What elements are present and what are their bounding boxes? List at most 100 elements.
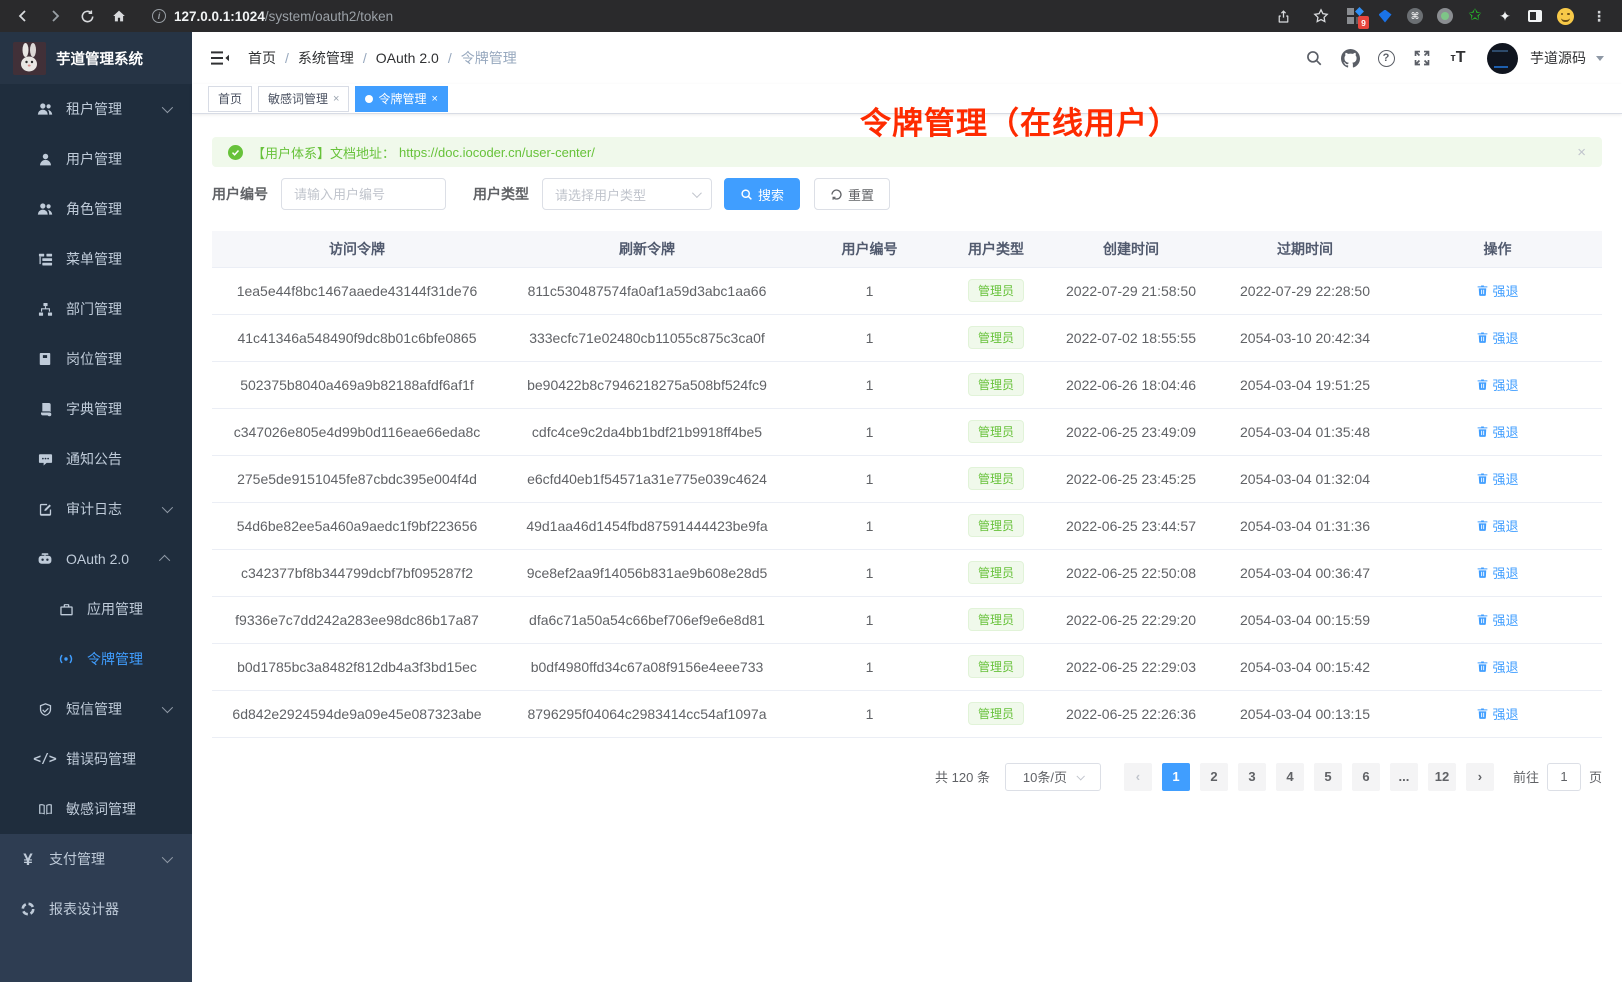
force-logout-button[interactable]: 强退 [1476, 328, 1518, 347]
tab-首页[interactable]: 首页 [208, 86, 252, 112]
search-icon[interactable] [1301, 45, 1327, 71]
page-button[interactable]: 12 [1428, 763, 1456, 791]
user-type-cell: 管理员 [947, 455, 1045, 502]
user-type-label: 用户类型 [473, 184, 529, 204]
create-time-cell: 2022-06-25 22:50:08 [1045, 549, 1217, 596]
browser-address-bar[interactable]: i 127.0.0.1:1024/system/oauth2/token [138, 9, 1256, 24]
sidebar-item-oauth2[interactable]: OAuth 2.0 [0, 534, 192, 584]
force-logout-button[interactable]: 强退 [1476, 657, 1518, 676]
extension-grid-icon[interactable]: 9 [1346, 7, 1364, 25]
search-button[interactable]: 搜索 [724, 178, 800, 210]
sidebar-item-dict[interactable]: 字典管理 [0, 384, 192, 434]
user-id-label: 用户编号 [212, 184, 268, 204]
tab-close-icon[interactable]: × [431, 93, 437, 105]
username[interactable]: 芋道源码 [1530, 48, 1586, 68]
sidebar-item-post[interactable]: 岗位管理 [0, 334, 192, 384]
share-icon[interactable] [1270, 3, 1296, 29]
sidebar-item-label: 角色管理 [66, 199, 122, 219]
sidebar-item-label: 短信管理 [66, 699, 122, 719]
page-size-select[interactable]: 10条/页 [1005, 763, 1101, 791]
app-logo[interactable]: 芋道管理系统 [0, 32, 192, 84]
browser-home-icon[interactable] [106, 3, 132, 29]
jump-page-input[interactable] [1547, 763, 1581, 791]
breadcrumb-separator: / [448, 50, 452, 66]
extension-command-icon[interactable]: ⌘ [1406, 7, 1424, 25]
breadcrumb-item[interactable]: OAuth 2.0 [376, 50, 439, 66]
bookmark-star-icon[interactable] [1308, 3, 1334, 29]
sidebar-item-report-designer[interactable]: 报表设计器 [0, 884, 192, 934]
user-menu-caret-icon[interactable] [1596, 56, 1604, 65]
breadcrumb-item[interactable]: 系统管理 [298, 48, 354, 68]
browser-menu-icon[interactable]: ⋮ [1586, 3, 1612, 29]
tab-令牌管理[interactable]: 令牌管理× [355, 86, 447, 112]
edit-icon [37, 501, 53, 517]
sidebar-item-sms[interactable]: 短信管理 [0, 684, 192, 734]
force-logout-button[interactable]: 强退 [1476, 516, 1518, 535]
extension-star-icon[interactable]: ✩ [1466, 7, 1484, 25]
search-button-label: 搜索 [758, 185, 784, 204]
sidebar-item-pay[interactable]: ¥支付管理 [0, 834, 192, 884]
user-type-select[interactable]: 请选择用户类型 [542, 178, 712, 210]
page-button[interactable]: 3 [1238, 763, 1266, 791]
pager-ellipsis[interactable]: ... [1390, 763, 1418, 791]
sidebar-item-label: 令牌管理 [87, 649, 143, 669]
sidebar-item-menu[interactable]: 菜单管理 [0, 234, 192, 284]
sidebar-collapse-icon[interactable] [210, 48, 230, 68]
user-avatar[interactable] [1487, 43, 1518, 74]
prev-page-button[interactable]: ‹ [1124, 763, 1152, 791]
sidebar-item-oauth2-application[interactable]: 应用管理 [0, 584, 192, 634]
alert-close-icon[interactable]: × [1577, 144, 1586, 161]
create-time-cell: 2022-06-25 22:29:20 [1045, 596, 1217, 643]
force-logout-button[interactable]: 强退 [1476, 375, 1518, 394]
force-logout-button[interactable]: 强退 [1476, 422, 1518, 441]
sidebar-item-notice[interactable]: 通知公告 [0, 434, 192, 484]
browser-forward-icon[interactable] [42, 3, 68, 29]
sidebar-item-dept[interactable]: 部门管理 [0, 284, 192, 334]
user-id-input[interactable] [281, 178, 446, 210]
next-page-button[interactable]: › [1466, 763, 1494, 791]
extension-puzzle-icon[interactable]: ✦ [1496, 7, 1514, 25]
sidebar-item-oauth2-token[interactable]: 令牌管理 [0, 634, 192, 684]
refresh-token-cell: e6cfd40eb1f54571a31e775e039c4624 [502, 455, 792, 502]
doc-link[interactable]: https://doc.iocoder.cn/user-center/ [399, 145, 595, 160]
page-button[interactable]: 1 [1162, 763, 1190, 791]
app-title: 芋道管理系统 [56, 48, 143, 69]
create-time-cell: 2022-07-29 21:58:50 [1045, 267, 1217, 314]
reset-button[interactable]: 重置 [814, 178, 890, 210]
extension-gem-icon[interactable] [1376, 7, 1394, 25]
force-logout-button[interactable]: 强退 [1476, 610, 1518, 629]
sidebar-item-user[interactable]: 用户管理 [0, 134, 192, 184]
refresh-token-cell: b0df4980ffd34c67a08f9156e4eee733 [502, 643, 792, 690]
page-button[interactable]: 4 [1276, 763, 1304, 791]
refresh-token-cell: cdfc4ce9c2da4bb1bdf21b9918ff4be5 [502, 408, 792, 455]
help-icon[interactable]: ? [1373, 45, 1399, 71]
page-button[interactable]: 5 [1314, 763, 1342, 791]
force-logout-button[interactable]: 强退 [1476, 281, 1518, 300]
extension-record-icon[interactable] [1436, 7, 1454, 25]
force-logout-button[interactable]: 强退 [1476, 469, 1518, 488]
sidebar-item-tenant[interactable]: 租户管理 [0, 84, 192, 134]
fullscreen-icon[interactable] [1409, 45, 1435, 71]
tab-close-icon[interactable]: × [333, 93, 339, 105]
profile-emoji-icon[interactable] [1556, 7, 1574, 25]
sidebar-item-sensitive-word[interactable]: 敏感词管理 [0, 784, 192, 834]
tab-敏感词管理[interactable]: 敏感词管理× [258, 86, 349, 112]
sidebar-toggle-icon[interactable] [1526, 7, 1544, 25]
breadcrumb-separator: / [363, 50, 367, 66]
sidebar-item-error-code[interactable]: </>错误码管理 [0, 734, 192, 784]
page-button[interactable]: 2 [1200, 763, 1228, 791]
site-info-icon[interactable]: i [152, 9, 166, 23]
sidebar-item-role[interactable]: 角色管理 [0, 184, 192, 234]
github-icon[interactable] [1337, 45, 1363, 71]
sidebar-item-audit-log[interactable]: 审计日志 [0, 484, 192, 534]
force-logout-button[interactable]: 强退 [1476, 563, 1518, 582]
browser-reload-icon[interactable] [74, 3, 100, 29]
column-header: 用户类型 [947, 231, 1045, 267]
font-size-icon[interactable]: тT [1445, 45, 1471, 71]
trash-icon [1476, 331, 1489, 344]
page-button[interactable]: 6 [1352, 763, 1380, 791]
breadcrumb-item[interactable]: 首页 [248, 48, 276, 68]
browser-toolbar: i 127.0.0.1:1024/system/oauth2/token 9 ⌘… [0, 0, 1622, 32]
force-logout-button[interactable]: 强退 [1476, 704, 1518, 723]
browser-back-icon[interactable] [10, 3, 36, 29]
